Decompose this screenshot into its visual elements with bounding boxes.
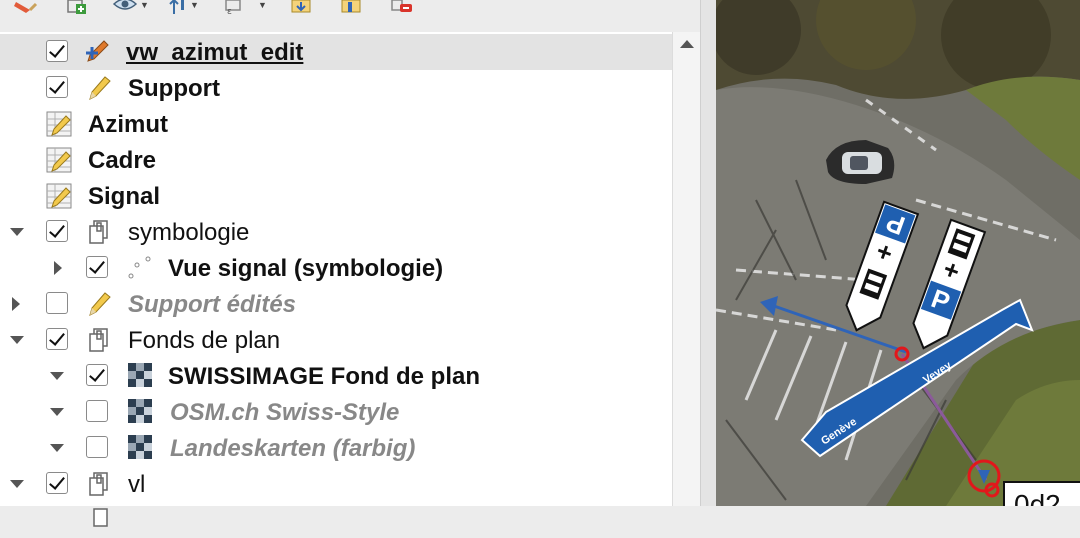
layer-label: OSM.ch Swiss-Style bbox=[170, 399, 400, 426]
layer-row-partial[interactable] bbox=[0, 502, 672, 538]
chevron-down-icon[interactable] bbox=[10, 228, 24, 236]
panel-splitter[interactable] bbox=[700, 0, 717, 506]
table-edit-icon bbox=[46, 111, 72, 137]
edit-pencil-layer-icon bbox=[86, 40, 109, 62]
layers-toolbar: ▼ ▼ ε ▼ bbox=[0, 0, 700, 32]
raster-layer-icon bbox=[128, 399, 152, 423]
layer-label: Support édités bbox=[128, 291, 297, 318]
point-layer-icon bbox=[128, 256, 151, 279]
layer-row-osm-swiss-style[interactable]: OSM.ch Swiss-Style bbox=[0, 394, 672, 430]
layer-visibility-checkbox[interactable] bbox=[46, 40, 68, 62]
remove-layer-icon[interactable] bbox=[390, 0, 416, 14]
chevron-right-icon[interactable] bbox=[12, 297, 20, 311]
layer-label: Landeskarten (farbig) bbox=[170, 435, 416, 462]
group-icon bbox=[89, 472, 108, 496]
layer-visibility-checkbox[interactable] bbox=[86, 400, 108, 422]
filter-expression-icon[interactable]: ε bbox=[222, 0, 248, 14]
layer-label: vl bbox=[128, 471, 146, 498]
chevron-down-icon[interactable] bbox=[50, 372, 64, 380]
aerial-map-view[interactable]: Genève Vevey P + + P 0d2 bbox=[716, 0, 1080, 506]
chevron-down-icon[interactable] bbox=[50, 444, 64, 452]
layer-row-vl[interactable]: vl bbox=[0, 466, 672, 502]
layer-visibility-checkbox[interactable] bbox=[46, 328, 68, 350]
layer-label: Cadre bbox=[88, 147, 157, 174]
layer-visibility-checkbox[interactable] bbox=[46, 220, 68, 242]
layer-visibility-checkbox[interactable] bbox=[46, 292, 68, 314]
layer-label: Vue signal (symbologie) bbox=[168, 255, 444, 282]
layer-visibility-checkbox[interactable] bbox=[46, 472, 68, 494]
layer-visibility-checkbox[interactable] bbox=[46, 76, 68, 98]
chevron-down-icon[interactable] bbox=[10, 336, 24, 344]
layer-label: vw_azimut_edit bbox=[126, 39, 304, 66]
raster-layer-icon bbox=[128, 435, 152, 459]
chevron-down-icon[interactable] bbox=[10, 480, 24, 488]
layer-row-symbologie[interactable]: symbologie bbox=[0, 214, 672, 250]
group-icon bbox=[89, 328, 108, 352]
eye-dropdown-arrow[interactable]: ▼ bbox=[140, 0, 149, 10]
add-group-icon[interactable] bbox=[64, 0, 90, 14]
collapse-all-icon[interactable] bbox=[338, 0, 364, 14]
group-icon bbox=[89, 220, 108, 244]
layers-tree: vw_azimut_edit Support Azimut Cadre Sign… bbox=[0, 32, 672, 527]
layer-row-swissimage[interactable]: SWISSIMAGE Fond de plan bbox=[0, 358, 672, 394]
layer-row-support-edites[interactable]: Support édités bbox=[0, 286, 672, 322]
group-icon bbox=[93, 508, 108, 527]
chevron-down-icon[interactable] bbox=[50, 408, 64, 416]
pencil-icon bbox=[89, 76, 111, 100]
table-edit-icon bbox=[46, 183, 72, 209]
eye-icon[interactable] bbox=[112, 0, 138, 14]
raster-layer-icon bbox=[128, 363, 152, 387]
layer-label: Azimut bbox=[88, 111, 168, 138]
layer-label: symbologie bbox=[128, 219, 250, 246]
filter-dropdown-arrow[interactable]: ▼ bbox=[190, 0, 199, 10]
layer-row-vw-azimut-edit[interactable]: vw_azimut_edit bbox=[0, 34, 672, 70]
layer-label: Support bbox=[128, 75, 220, 102]
layer-visibility-checkbox[interactable] bbox=[86, 256, 108, 278]
layer-row-signal[interactable]: Signal bbox=[0, 178, 672, 214]
chevron-right-icon[interactable] bbox=[54, 261, 62, 275]
svg-text:ε: ε bbox=[227, 7, 232, 14]
layer-row-azimut[interactable]: Azimut bbox=[0, 106, 672, 142]
layer-label: Signal bbox=[88, 183, 161, 210]
layer-visibility-checkbox[interactable] bbox=[86, 364, 108, 386]
expand-all-icon[interactable] bbox=[288, 0, 314, 14]
layer-row-vue-signal[interactable]: Vue signal (symbologie) bbox=[0, 250, 672, 286]
scroll-up-arrow-icon[interactable] bbox=[680, 40, 694, 48]
pencil-icon bbox=[89, 292, 111, 316]
layer-row-support[interactable]: Support bbox=[0, 70, 672, 106]
paint-brush-icon[interactable] bbox=[12, 0, 38, 14]
map-label-text: 0d2 bbox=[1014, 489, 1061, 506]
map-canvas[interactable]: Genève Vevey P + + P 0d2 bbox=[716, 0, 1080, 506]
layer-label: SWISSIMAGE Fond de plan bbox=[168, 363, 480, 390]
expression-dropdown-arrow[interactable]: ▼ bbox=[258, 0, 267, 10]
layer-visibility-checkbox[interactable] bbox=[86, 436, 108, 458]
layer-label: Fonds de plan bbox=[128, 327, 281, 354]
layers-scrollbar[interactable] bbox=[672, 32, 701, 506]
table-edit-icon bbox=[46, 147, 72, 173]
layer-row-fonds-de-plan[interactable]: Fonds de plan bbox=[0, 322, 672, 358]
layer-row-landeskarten[interactable]: Landeskarten (farbig) bbox=[0, 430, 672, 466]
layer-row-cadre[interactable]: Cadre bbox=[0, 142, 672, 178]
